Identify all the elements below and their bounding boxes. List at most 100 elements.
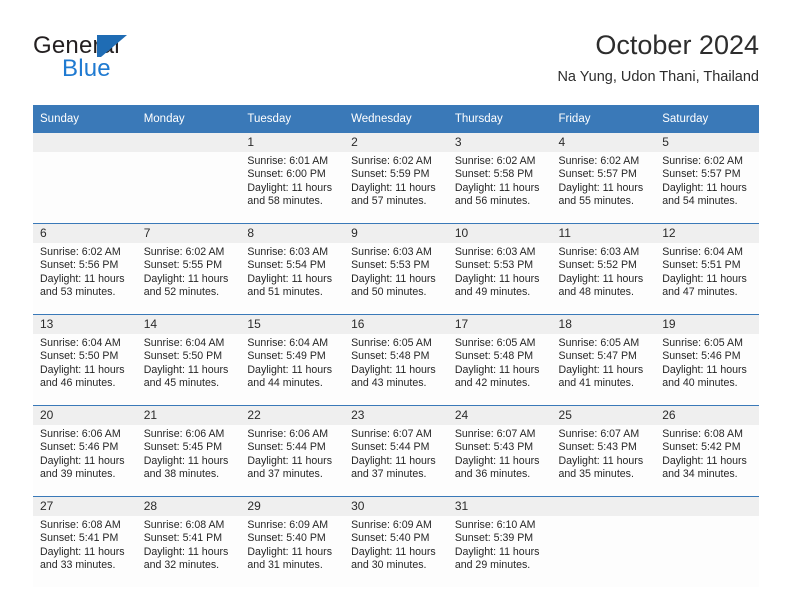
calendar-day-cell[interactable]: 30 Sunrise: 6:09 AM Sunset: 5:40 PM Dayligh… [344,496,448,587]
calendar-day-cell[interactable]: 8 Sunrise: 6:03 AM Sunset: 5:54 PM Daylight… [240,223,345,315]
calendar-day-cell[interactable]: 23 Sunrise: 6:07 AM Sunset: 5:44 PM Dayligh… [344,405,448,497]
sunset-text: Sunset: 5:41 PM [143,532,223,545]
sunset-text: Sunset: 5:56 PM [40,259,119,272]
daylight-text-line1: Daylight: 11 hours [454,363,540,376]
daylight-text-line1: Daylight: 11 hours [558,454,644,467]
day-cell-22: 22 Sunrise: 6:06 AM Sunset: 5:44 PM Dayligh… [240,406,345,496]
calendar-day-cell[interactable] [655,496,759,587]
calendar-day-cell[interactable]: 31 Sunrise: 6:10 AM Sunset: 5:39 PM Dayligh… [447,496,552,587]
daylight-text-line1: Daylight: 11 hours [454,545,540,558]
daylight-text-line2: and 36 minutes. [454,468,531,481]
sunrise-text: Sunrise: 6:03 AM [558,246,640,258]
sunrise-text: Sunrise: 6:05 AM [454,337,536,349]
calendar-day-cell[interactable] [136,133,241,224]
weekday-header-wednesday: Wednesday [344,105,448,133]
day-number: 9 [344,224,448,243]
day-number: 19 [655,315,759,334]
weekday-header-tuesday: Tuesday [240,105,345,133]
daylight-text-line2: and 37 minutes. [351,468,427,481]
calendar-week-row: 27 Sunrise: 6:08 AM Sunset: 5:41 PM Dayligh… [33,496,759,587]
calendar-day-cell[interactable]: 12 Sunrise: 6:04 AM Sunset: 5:51 PM Dayligh… [655,223,759,315]
day-cell-1: 1 Sunrise: 6:01 AM Sunset: 6:00 PM Daylight… [240,133,345,223]
sunrise-text: Sunrise: 6:07 AM [558,428,640,440]
daylight-text-line1: Daylight: 11 hours [40,363,125,376]
day-number: 24 [447,406,552,425]
day-number: 3 [447,133,552,152]
sunset-text: Sunset: 5:57 PM [558,168,637,181]
day-number: 16 [344,315,448,334]
calendar-day-cell[interactable]: 2 Sunrise: 6:02 AM Sunset: 5:59 PM Daylight… [344,133,448,224]
day-details: Sunrise: 6:05 AM Sunset: 5:48 PM Daylight:… [344,334,448,391]
calendar-day-cell[interactable]: 24 Sunrise: 6:07 AM Sunset: 5:43 PM Dayligh… [447,405,552,497]
calendar-week-row: 1 Sunrise: 6:01 AM Sunset: 6:00 PM Daylight… [33,133,759,224]
day-details: Sunrise: 6:04 AM Sunset: 5:49 PM Daylight:… [240,334,344,391]
sunset-text: Sunset: 5:43 PM [558,441,637,454]
day-details: Sunrise: 6:07 AM Sunset: 5:44 PM Daylight:… [344,425,448,482]
weekday-header-sunday: Sunday [33,105,137,133]
daylight-text-line1: Daylight: 11 hours [143,363,229,376]
calendar-day-cell[interactable]: 7 Sunrise: 6:02 AM Sunset: 5:55 PM Daylight… [136,223,241,315]
calendar-day-cell[interactable]: 9 Sunrise: 6:03 AM Sunset: 5:53 PM Daylight… [344,223,448,315]
calendar-day-cell[interactable]: 6 Sunrise: 6:02 AM Sunset: 5:56 PM Daylight… [33,223,137,315]
general-blue-logo[interactable]: General Blue [33,32,243,88]
calendar-day-cell[interactable] [33,133,137,224]
calendar-day-cell[interactable]: 17 Sunrise: 6:05 AM Sunset: 5:48 PM Dayligh… [447,314,552,406]
daylight-text-line2: and 57 minutes. [351,195,427,208]
calendar-day-cell[interactable]: 18 Sunrise: 6:05 AM Sunset: 5:47 PM Dayligh… [551,314,656,406]
sunset-text: Sunset: 5:45 PM [143,441,223,454]
day-details: Sunrise: 6:09 AM Sunset: 5:40 PM Daylight:… [344,516,448,573]
day-number: 25 [551,406,656,425]
calendar-day-cell[interactable]: 20 Sunrise: 6:06 AM Sunset: 5:46 PM Dayligh… [33,405,137,497]
daylight-text-line1: Daylight: 11 hours [351,545,436,558]
sunset-text: Sunset: 5:54 PM [247,259,326,272]
daylight-text-line2: and 58 minutes. [247,195,323,208]
day-cell-10: 10 Sunrise: 6:03 AM Sunset: 5:53 PM Dayligh… [447,224,552,314]
calendar-day-cell[interactable]: 15 Sunrise: 6:04 AM Sunset: 5:49 PM Dayligh… [240,314,345,406]
calendar-day-cell[interactable]: 1 Sunrise: 6:01 AM Sunset: 6:00 PM Daylight… [240,133,345,224]
calendar-day-cell[interactable]: 11 Sunrise: 6:03 AM Sunset: 5:52 PM Dayligh… [551,223,656,315]
calendar-header-row: Sunday Monday Tuesday Wednesday Thursday Frid… [33,105,759,133]
calendar-day-cell[interactable]: 25 Sunrise: 6:07 AM Sunset: 5:43 PM Dayligh… [551,405,656,497]
daylight-text-line1: Daylight: 11 hours [247,545,333,558]
sunrise-sunset-calendar: Sunday Monday Tuesday Wednesday Thursday Frid… [33,105,759,587]
sunset-text: Sunset: 5:53 PM [454,259,534,272]
daylight-text-line1: Daylight: 11 hours [662,272,747,285]
calendar-day-cell[interactable]: 4 Sunrise: 6:02 AM Sunset: 5:57 PM Daylight… [551,133,656,224]
title-block: October 2024 Na Yung, Udon Thani, Thaila… [557,28,759,88]
calendar-day-cell[interactable]: 26 Sunrise: 6:08 AM Sunset: 5:42 PM Dayligh… [655,405,759,497]
daylight-text-line1: Daylight: 11 hours [662,181,747,194]
day-details: Sunrise: 6:07 AM Sunset: 5:43 PM Daylight:… [448,425,552,482]
sunrise-text: Sunrise: 6:08 AM [40,519,121,531]
day-cell-3: 3 Sunrise: 6:02 AM Sunset: 5:58 PM Daylight… [447,133,552,223]
sunrise-text: Sunrise: 6:03 AM [351,246,432,258]
day-number: 30 [344,497,448,516]
calendar-day-cell[interactable]: 5 Sunrise: 6:02 AM Sunset: 5:57 PM Daylight… [655,133,759,224]
calendar-day-cell[interactable]: 14 Sunrise: 6:04 AM Sunset: 5:50 PM Dayligh… [136,314,241,406]
day-cell-7: 7 Sunrise: 6:02 AM Sunset: 5:55 PM Daylight… [136,224,241,314]
daylight-text-line1: Daylight: 11 hours [662,363,747,376]
day-cell-12: 12 Sunrise: 6:04 AM Sunset: 5:51 PM Dayligh… [655,224,759,314]
calendar-day-cell[interactable]: 16 Sunrise: 6:05 AM Sunset: 5:48 PM Dayligh… [344,314,448,406]
calendar-day-cell[interactable]: 29 Sunrise: 6:09 AM Sunset: 5:40 PM Dayligh… [240,496,345,587]
calendar-day-cell[interactable]: 22 Sunrise: 6:06 AM Sunset: 5:44 PM Dayligh… [240,405,345,497]
day-cell-6: 6 Sunrise: 6:02 AM Sunset: 5:56 PM Daylight… [33,224,137,314]
calendar-day-cell[interactable]: 28 Sunrise: 6:08 AM Sunset: 5:41 PM Dayligh… [136,496,241,587]
day-cell-18: 18 Sunrise: 6:05 AM Sunset: 5:47 PM Dayligh… [551,315,656,405]
sunrise-text: Sunrise: 6:05 AM [662,337,743,349]
daylight-text-line2: and 35 minutes. [558,468,634,481]
calendar-day-cell[interactable] [551,496,656,587]
calendar-day-cell[interactable]: 10 Sunrise: 6:03 AM Sunset: 5:53 PM Dayligh… [447,223,552,315]
day-number: 10 [447,224,552,243]
daylight-text-line2: and 45 minutes. [143,377,220,390]
calendar-day-cell[interactable]: 27 Sunrise: 6:08 AM Sunset: 5:41 PM Dayligh… [33,496,137,587]
daylight-text-line1: Daylight: 11 hours [662,454,747,467]
calendar-day-cell[interactable]: 3 Sunrise: 6:02 AM Sunset: 5:58 PM Daylight… [447,133,552,224]
weekday-header-monday: Monday [136,105,241,133]
calendar-day-cell[interactable]: 13 Sunrise: 6:04 AM Sunset: 5:50 PM Dayligh… [33,314,137,406]
day-cell-25: 25 Sunrise: 6:07 AM Sunset: 5:43 PM Dayligh… [551,406,656,496]
day-cell-14: 14 Sunrise: 6:04 AM Sunset: 5:50 PM Dayligh… [136,315,241,405]
daylight-text-line2: and 52 minutes. [143,286,220,299]
calendar-day-cell[interactable]: 21 Sunrise: 6:06 AM Sunset: 5:45 PM Dayligh… [136,405,241,497]
calendar-body: 1 Sunrise: 6:01 AM Sunset: 6:00 PM Daylight… [33,133,759,587]
calendar-day-cell[interactable]: 19 Sunrise: 6:05 AM Sunset: 5:46 PM Dayligh… [655,314,759,406]
